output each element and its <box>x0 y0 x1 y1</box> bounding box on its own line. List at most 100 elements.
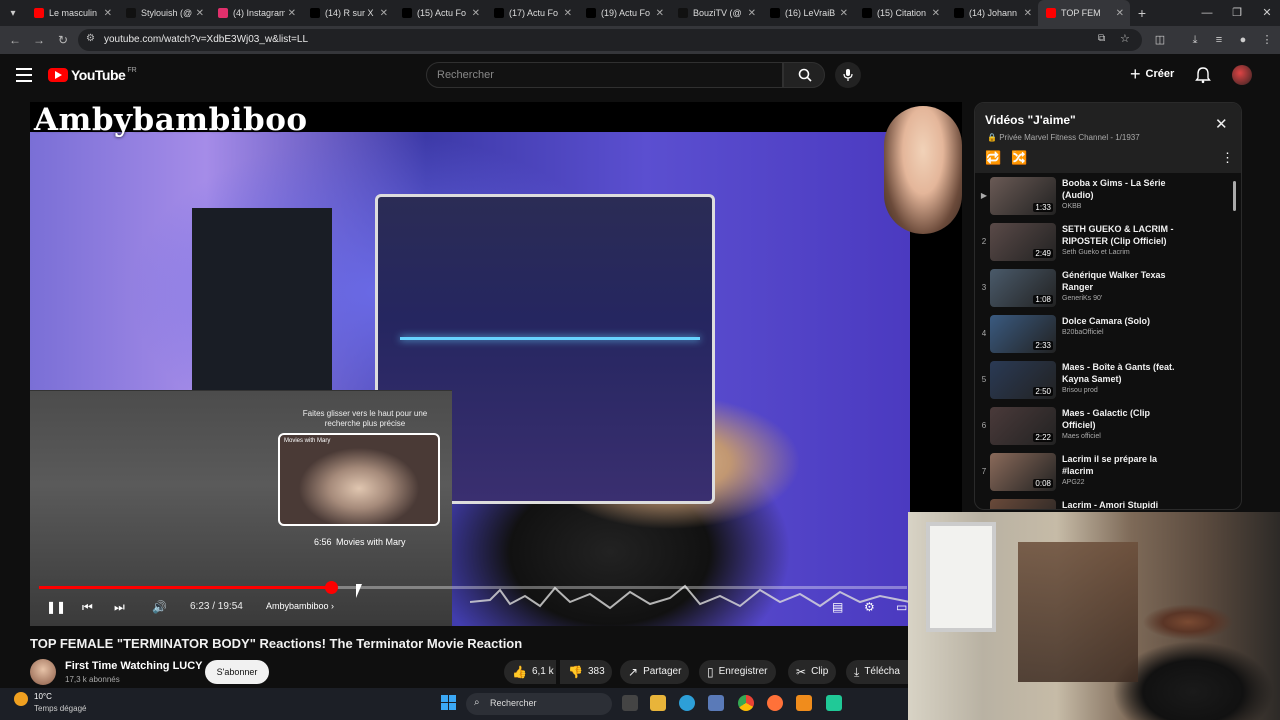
playlist-item[interactable]: 7 0:08 Lacrim il se prépare la #lacrim APG2… <box>975 451 1233 497</box>
reload-icon[interactable]: ↻ <box>54 31 72 49</box>
search-placeholder: Rechercher <box>437 69 494 81</box>
weather-description: Temps dégagé <box>34 704 87 713</box>
tab-close-icon[interactable]: ✕ <box>1024 8 1032 19</box>
media-control-icon[interactable]: ≡ <box>1211 32 1227 48</box>
like-button[interactable]: 👍 6,1 k <box>504 660 556 684</box>
tab-close-icon[interactable]: ✕ <box>196 8 204 19</box>
tab-close-icon[interactable]: ✕ <box>288 8 296 19</box>
task-view-icon[interactable] <box>622 695 638 711</box>
download-button[interactable]: ⤓ Télécha <box>846 660 908 684</box>
app-icon[interactable] <box>826 695 842 711</box>
playlist-item[interactable]: 2 2:49 SETH GUEKO & LACRIM - RIPOSTER (Cli… <box>975 221 1233 267</box>
tab-close-icon[interactable]: ✕ <box>104 8 112 19</box>
install-icon[interactable]: ⧉ <box>1098 33 1105 44</box>
playlist-item-index: ▶ <box>980 191 988 200</box>
share-button[interactable]: ↗ Partager <box>620 660 690 684</box>
browser-tab[interactable]: (15) Citation ✕ <box>854 0 946 26</box>
playlist-item[interactable]: 6 2:22 Maes - Galactic (Clip Officiel) Maes… <box>975 405 1233 451</box>
tab-label: Le masculin <box>49 8 98 18</box>
tab-close-icon[interactable]: ✕ <box>932 8 940 19</box>
channel-avatar[interactable] <box>30 659 56 685</box>
playlist-scrollbar[interactable] <box>1233 181 1236 211</box>
playlist-item[interactable]: 5 2:50 Maes - Boîte à Gants (feat. Kayna S… <box>975 359 1233 405</box>
bookmark-star-icon[interactable]: ☆ <box>1120 32 1130 45</box>
browser-tab[interactable]: Stylouish (@ ✕ <box>118 0 210 26</box>
windows-start-icon[interactable] <box>441 695 457 711</box>
edge-icon[interactable] <box>679 695 695 711</box>
previous-icon[interactable]: ⏮ <box>82 599 93 615</box>
more-options-icon[interactable]: ⋮ <box>1221 150 1234 166</box>
search-icon <box>798 68 812 82</box>
browser-tab[interactable]: (17) Actu Fo ✕ <box>486 0 578 26</box>
tab-close-icon[interactable]: ✕ <box>1116 8 1124 19</box>
taskbar-search-input[interactable]: ⌕ Rechercher <box>466 693 612 715</box>
progress-scrubber[interactable] <box>324 581 338 594</box>
notifications-bell-icon[interactable] <box>1194 66 1212 84</box>
minimize-icon[interactable]: — <box>1192 0 1222 26</box>
profile-icon[interactable]: ● <box>1235 32 1251 48</box>
pause-icon[interactable]: ❚❚ <box>46 599 66 615</box>
youtube-logo[interactable]: YouTube FR <box>48 67 137 83</box>
captions-icon[interactable]: ▤ <box>832 599 843 615</box>
browser-menu-icon[interactable]: ⋮ <box>1259 32 1275 48</box>
loop-icon[interactable]: 🔁 <box>985 150 1001 166</box>
restore-icon[interactable]: ❐ <box>1222 0 1252 26</box>
browser-tab[interactable]: (14) R sur X ✕ <box>302 0 394 26</box>
browser-tab[interactable]: BouziTV (@ ✕ <box>670 0 762 26</box>
close-window-icon[interactable]: ✕ <box>1252 0 1280 26</box>
dislike-button[interactable]: 👎 383 <box>560 660 612 684</box>
tab-close-icon[interactable]: ✕ <box>380 8 388 19</box>
tab-close-icon[interactable]: ✕ <box>564 8 572 19</box>
browser-tab[interactable]: (4) Instagram ✕ <box>210 0 302 26</box>
tab-close-icon[interactable]: ✕ <box>656 8 664 19</box>
browser-tab[interactable]: TOP FEM ✕ <box>1038 0 1130 26</box>
browser-tab[interactable]: Le masculin ✕ <box>26 0 118 26</box>
miniplayer-icon[interactable]: ▭ <box>896 599 907 615</box>
video-player[interactable]: Ambybambiboo Faites glisser vers le haut… <box>30 102 962 626</box>
next-icon[interactable]: ⏭ <box>114 599 125 615</box>
tab-label: Stylouish (@ <box>141 8 193 18</box>
create-button[interactable]: + Créer <box>1130 65 1174 83</box>
voice-search-button[interactable] <box>835 62 861 88</box>
tab-close-icon[interactable]: ✕ <box>748 8 756 19</box>
browser-tab[interactable]: (14) Johann ✕ <box>946 0 1038 26</box>
volume-icon[interactable]: 🔊 <box>152 599 167 615</box>
settings-gear-icon[interactable]: ⚙ <box>864 599 875 615</box>
chapter-button[interactable]: Ambybambiboo › <box>266 601 334 611</box>
save-button[interactable]: ▯ Enregistrer <box>699 660 776 684</box>
close-playlist-icon[interactable]: ✕ <box>1215 115 1228 133</box>
subscribe-button[interactable]: S'abonner <box>205 660 269 684</box>
address-bar[interactable]: ⚙ youtube.com/watch?v=XdbE3Wj03_w&list=L… <box>78 29 1142 51</box>
search-input[interactable]: Rechercher <box>426 62 783 88</box>
forward-icon[interactable]: → <box>30 31 48 49</box>
vlc-icon[interactable] <box>796 695 812 711</box>
chrome-icon[interactable] <box>738 695 754 711</box>
firefox-icon[interactable] <box>767 695 783 711</box>
browser-tab[interactable]: (15) Actu Fo ✕ <box>394 0 486 26</box>
extensions-icon[interactable]: ◫ <box>1152 32 1168 48</box>
browser-tab[interactable]: (19) Actu Fo ✕ <box>578 0 670 26</box>
download-icon[interactable]: ⤓ <box>1187 32 1203 48</box>
shuffle-icon[interactable]: 🔀 <box>1011 150 1027 166</box>
file-explorer-icon[interactable] <box>650 695 666 711</box>
back-icon[interactable]: ← <box>6 31 24 49</box>
browser-tab[interactable]: (16) LeVraiB ✕ <box>762 0 854 26</box>
playlist-title[interactable]: Vidéos "J'aime" <box>985 113 1076 127</box>
tab-close-icon[interactable]: ✕ <box>840 8 848 19</box>
playlist-item[interactable]: ▶ 1:33 Booba x Gims - La Série (Audio) OKBB <box>975 175 1233 221</box>
tab-search-icon[interactable]: ▾ <box>0 0 26 26</box>
new-tab-button[interactable]: + <box>1130 5 1154 21</box>
playlist-item[interactable]: 4 2:33 Dolce Camara (Solo) B20baOfficiel <box>975 313 1233 359</box>
playlist-item[interactable]: 8Lacrim - Amori Stupidi <box>975 497 1233 509</box>
search-button[interactable] <box>783 62 825 88</box>
tab-close-icon[interactable]: ✕ <box>472 8 480 19</box>
menu-icon[interactable] <box>16 68 32 82</box>
site-info-icon[interactable]: ⚙ <box>86 33 95 44</box>
clip-button[interactable]: ✂ Clip <box>788 660 837 684</box>
progress-bar[interactable] <box>39 581 907 594</box>
channel-name[interactable]: First Time Watching LUCY <box>65 660 203 672</box>
playlist-item[interactable]: 3 1:08 Générique Walker Texas Ranger Generi… <box>975 267 1233 313</box>
account-avatar[interactable] <box>1232 65 1252 85</box>
store-icon[interactable] <box>708 695 724 711</box>
weather-sun-icon[interactable] <box>14 692 28 706</box>
